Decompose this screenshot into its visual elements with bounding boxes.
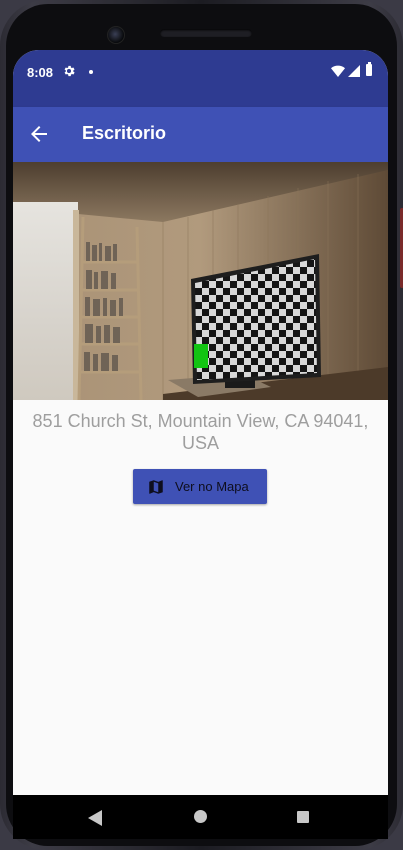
- status-bar: 8:08: [13, 50, 388, 107]
- arrow-back-icon[interactable]: [27, 122, 51, 146]
- view-on-map-label: Ver no Mapa: [175, 479, 249, 494]
- battery-icon: [366, 62, 372, 76]
- back-triangle-icon[interactable]: [88, 810, 102, 826]
- signal-icon: [348, 65, 360, 77]
- app-bar: Escritorio: [13, 107, 388, 162]
- home-circle-icon[interactable]: [194, 810, 207, 823]
- gear-icon: [64, 65, 75, 77]
- earpiece-speaker: [160, 29, 252, 37]
- place-photo: [13, 162, 388, 400]
- status-time: 8:08: [27, 65, 54, 80]
- front-camera: [107, 26, 125, 44]
- system-nav-bar: [13, 795, 388, 839]
- wifi-icon: [331, 65, 345, 77]
- map-icon: [149, 479, 163, 494]
- screen: 8:08 Escritorio 851 Church St, Mountain …: [13, 50, 388, 824]
- address-text: 851 Church St, Mountain View, CA 94041, …: [32, 411, 369, 453]
- view-on-map-button[interactable]: Ver no Mapa: [133, 469, 267, 504]
- notification-dot-icon: [89, 70, 93, 74]
- page-title: Escritorio: [82, 123, 167, 143]
- recents-square-icon[interactable]: [297, 811, 309, 823]
